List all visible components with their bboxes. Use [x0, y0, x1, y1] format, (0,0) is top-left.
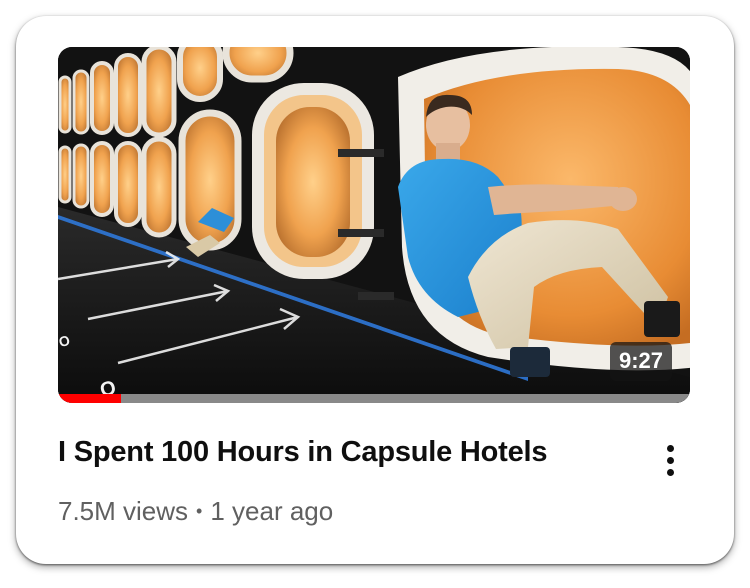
duration-badge: 9:27 — [609, 342, 672, 381]
more-vertical-icon-dot — [667, 457, 674, 464]
video-card[interactable]: O O 9:27 I Spent 100 Hours in Capsule Ho… — [16, 16, 734, 564]
view-count: 7.5M views — [58, 496, 189, 526]
watch-progress-bar — [58, 394, 690, 403]
video-title[interactable]: I Spent 100 Hours in Capsule Hotels — [58, 436, 548, 469]
more-options-button[interactable] — [652, 436, 688, 480]
metadata-separator: • — [196, 501, 203, 521]
more-vertical-icon-dot — [667, 469, 674, 476]
video-metadata: 7.5M views • 1 year ago — [58, 496, 333, 527]
watch-progress-fill — [58, 394, 122, 403]
capsule-hotel-thumbnail: O O — [58, 47, 690, 403]
more-vertical-icon — [667, 445, 674, 452]
upload-age: 1 year ago — [210, 496, 334, 526]
video-thumbnail[interactable]: O O 9:27 — [58, 47, 690, 403]
